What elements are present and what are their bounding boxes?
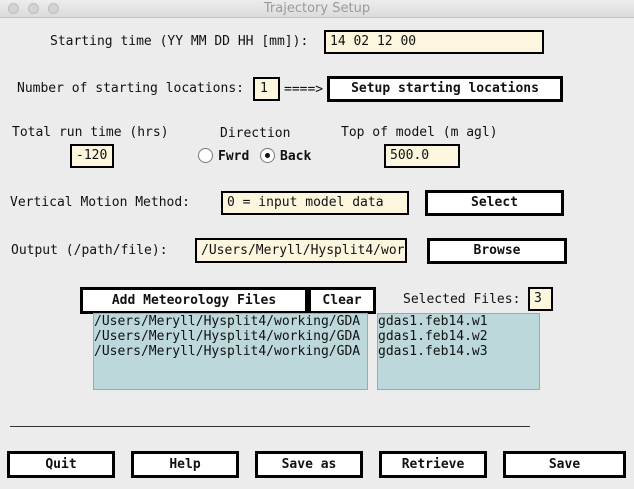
select-button[interactable]: Select <box>425 190 564 216</box>
save-as-button[interactable]: Save as <box>255 451 363 478</box>
output-label: Output (/path/file): <box>11 243 168 258</box>
list-item[interactable]: gdas1.feb14.w1 <box>378 314 539 329</box>
title-bar: Trajectory Setup <box>0 0 634 18</box>
list-item[interactable]: /Users/Meryll/Hysplit4/working/GDA <box>94 344 367 359</box>
list-item[interactable]: /Users/Meryll/Hysplit4/working/GDA <box>94 329 367 344</box>
add-meteorology-files-button[interactable]: Add Meteorology Files <box>80 287 308 314</box>
output-path-field[interactable]: /Users/Meryll/Hysplit4/wor <box>195 238 407 263</box>
list-item[interactable]: /Users/Meryll/Hysplit4/working/GDA <box>94 314 367 329</box>
window-title: Trajectory Setup <box>263 1 371 16</box>
total-run-time-field[interactable]: -120 <box>70 144 114 168</box>
direction-label: Direction <box>220 126 291 141</box>
meteorology-path-list[interactable]: /Users/Meryll/Hysplit4/working/GDA /User… <box>93 313 368 390</box>
starting-locations-label: Number of starting locations: <box>17 81 244 96</box>
starting-locations-count-field[interactable]: 1 <box>253 77 280 101</box>
fwrd-label: Fwrd <box>218 149 250 164</box>
quit-button[interactable]: Quit <box>7 451 115 478</box>
fwrd-radio[interactable] <box>198 148 213 163</box>
vertical-motion-label: Vertical Motion Method: <box>10 195 191 210</box>
top-of-model-field[interactable]: 500.0 <box>384 144 460 168</box>
browse-button[interactable]: Browse <box>427 238 567 264</box>
vertical-motion-field[interactable]: 0 = input model data <box>221 191 409 215</box>
retrieve-button[interactable]: Retrieve <box>379 451 487 478</box>
selected-files-label: Selected Files: <box>403 292 521 307</box>
list-item[interactable]: gdas1.feb14.w3 <box>378 344 539 359</box>
top-of-model-label: Top of model (m agl) <box>341 125 498 140</box>
starting-time-field[interactable]: 14 02 12 00 <box>324 30 544 54</box>
starting-time-label: Starting time (YY MM DD HH [mm]): <box>50 34 309 49</box>
selected-files-count-field: 3 <box>528 287 553 311</box>
back-radio[interactable] <box>260 148 275 163</box>
clear-button[interactable]: Clear <box>308 287 376 314</box>
divider <box>10 426 530 427</box>
help-button[interactable]: Help <box>131 451 239 478</box>
arrow-indicator: ====> <box>284 82 324 97</box>
total-run-time-label: Total run time (hrs) <box>12 125 169 140</box>
list-item[interactable]: gdas1.feb14.w2 <box>378 329 539 344</box>
save-button[interactable]: Save <box>503 451 626 478</box>
setup-starting-locations-button[interactable]: Setup starting locations <box>327 76 563 102</box>
back-label: Back <box>280 149 312 164</box>
meteorology-file-list[interactable]: gdas1.feb14.w1 gdas1.feb14.w2 gdas1.feb1… <box>377 313 540 390</box>
